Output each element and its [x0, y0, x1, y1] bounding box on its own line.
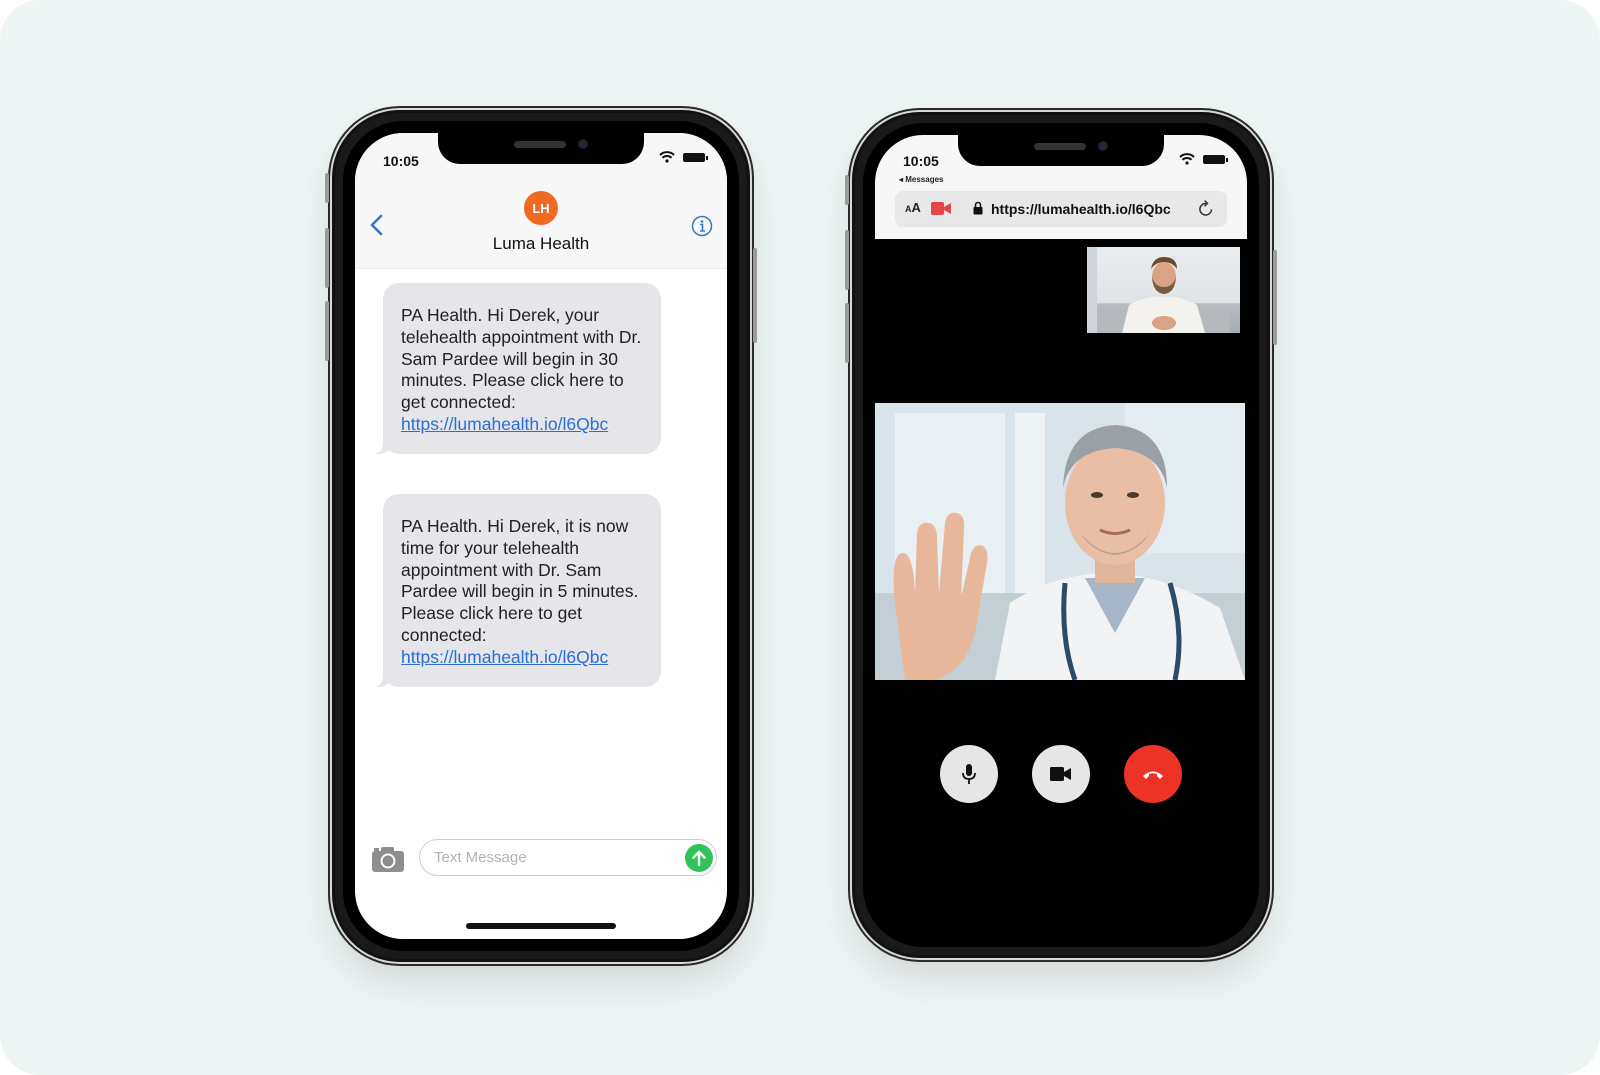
volume-down-button — [845, 303, 849, 363]
end-call-button[interactable] — [1124, 745, 1182, 803]
message-text: PA Health. Hi Derek, your telehealth app… — [401, 305, 642, 413]
camera-toggle-button[interactable] — [1032, 745, 1090, 803]
video-call-phone: 10:05 ◂ Messages AA https://lumahealth.i… — [845, 112, 1277, 958]
speaker — [514, 141, 566, 148]
volume-down-button — [325, 301, 329, 361]
text-size-button[interactable]: AA — [905, 200, 921, 215]
status-time: 10:05 — [903, 153, 939, 169]
microphone-icon — [962, 764, 976, 784]
volume-up-button — [845, 230, 849, 290]
silent-switch — [325, 173, 329, 203]
message-link[interactable]: https://lumahealth.io/l6Qbc — [401, 414, 643, 436]
call-controls — [875, 745, 1247, 803]
power-button — [753, 248, 757, 343]
wifi-icon — [659, 151, 675, 163]
battery-icon — [1203, 154, 1228, 164]
patient-video — [1087, 247, 1230, 333]
volume-up-button — [325, 228, 329, 288]
doctor-video — [875, 403, 1245, 680]
status-icons — [1179, 153, 1228, 165]
battery-icon — [683, 152, 708, 162]
message-input-field[interactable] — [419, 839, 717, 876]
remote-video-tile — [875, 403, 1245, 680]
video-camera-icon — [1050, 767, 1071, 781]
message-text: PA Health. Hi Derek, it is now time for … — [401, 516, 639, 645]
video-call-screen: 10:05 ◂ Messages AA https://lumahealth.i… — [875, 135, 1247, 935]
notch — [958, 135, 1164, 166]
message-bubble: PA Health. Hi Derek, it is now time for … — [371, 494, 661, 687]
contact-name[interactable]: Luma Health — [355, 234, 727, 254]
message-link[interactable]: https://lumahealth.io/l6Qbc — [401, 647, 643, 669]
arrow-up-icon — [692, 850, 706, 866]
text-message-input[interactable] — [420, 840, 657, 875]
front-camera — [578, 139, 588, 149]
messages-phone: 10:05 LH Luma Health PA Health. Hi Derek… — [325, 110, 757, 962]
status-icons — [659, 151, 708, 163]
messages-screen: 10:05 LH Luma Health PA Health. Hi Derek… — [355, 133, 727, 939]
message-bubble: PA Health. Hi Derek, your telehealth app… — [371, 283, 661, 454]
status-time: 10:05 — [383, 153, 419, 169]
wifi-icon — [1179, 153, 1195, 165]
silent-switch — [845, 175, 849, 205]
compose-bar — [355, 839, 727, 883]
home-indicator[interactable] — [466, 923, 616, 929]
url-text[interactable]: https://lumahealth.io/l6Qbc — [991, 201, 1171, 217]
info-icon[interactable] — [691, 215, 713, 237]
address-bar[interactable]: AA https://lumahealth.io/l6Qbc — [895, 191, 1227, 227]
mute-button[interactable] — [940, 745, 998, 803]
front-camera — [1098, 141, 1108, 151]
camera-icon[interactable] — [371, 845, 405, 873]
lock-icon — [973, 201, 983, 215]
text-size-large-label: A — [911, 200, 921, 215]
self-video-tile[interactable] — [1087, 247, 1240, 333]
back-to-messages-link[interactable]: ◂ Messages — [899, 175, 943, 184]
background: 10:05 LH Luma Health PA Health. Hi Derek… — [0, 0, 1600, 1075]
send-button[interactable] — [685, 844, 713, 872]
reload-icon[interactable] — [1197, 200, 1215, 218]
speaker — [1034, 143, 1086, 150]
video-camera-icon[interactable] — [931, 202, 951, 215]
notch — [438, 133, 644, 164]
phone-hangup-icon — [1143, 771, 1163, 779]
contact-avatar[interactable]: LH — [524, 191, 558, 225]
power-button — [1273, 250, 1277, 345]
